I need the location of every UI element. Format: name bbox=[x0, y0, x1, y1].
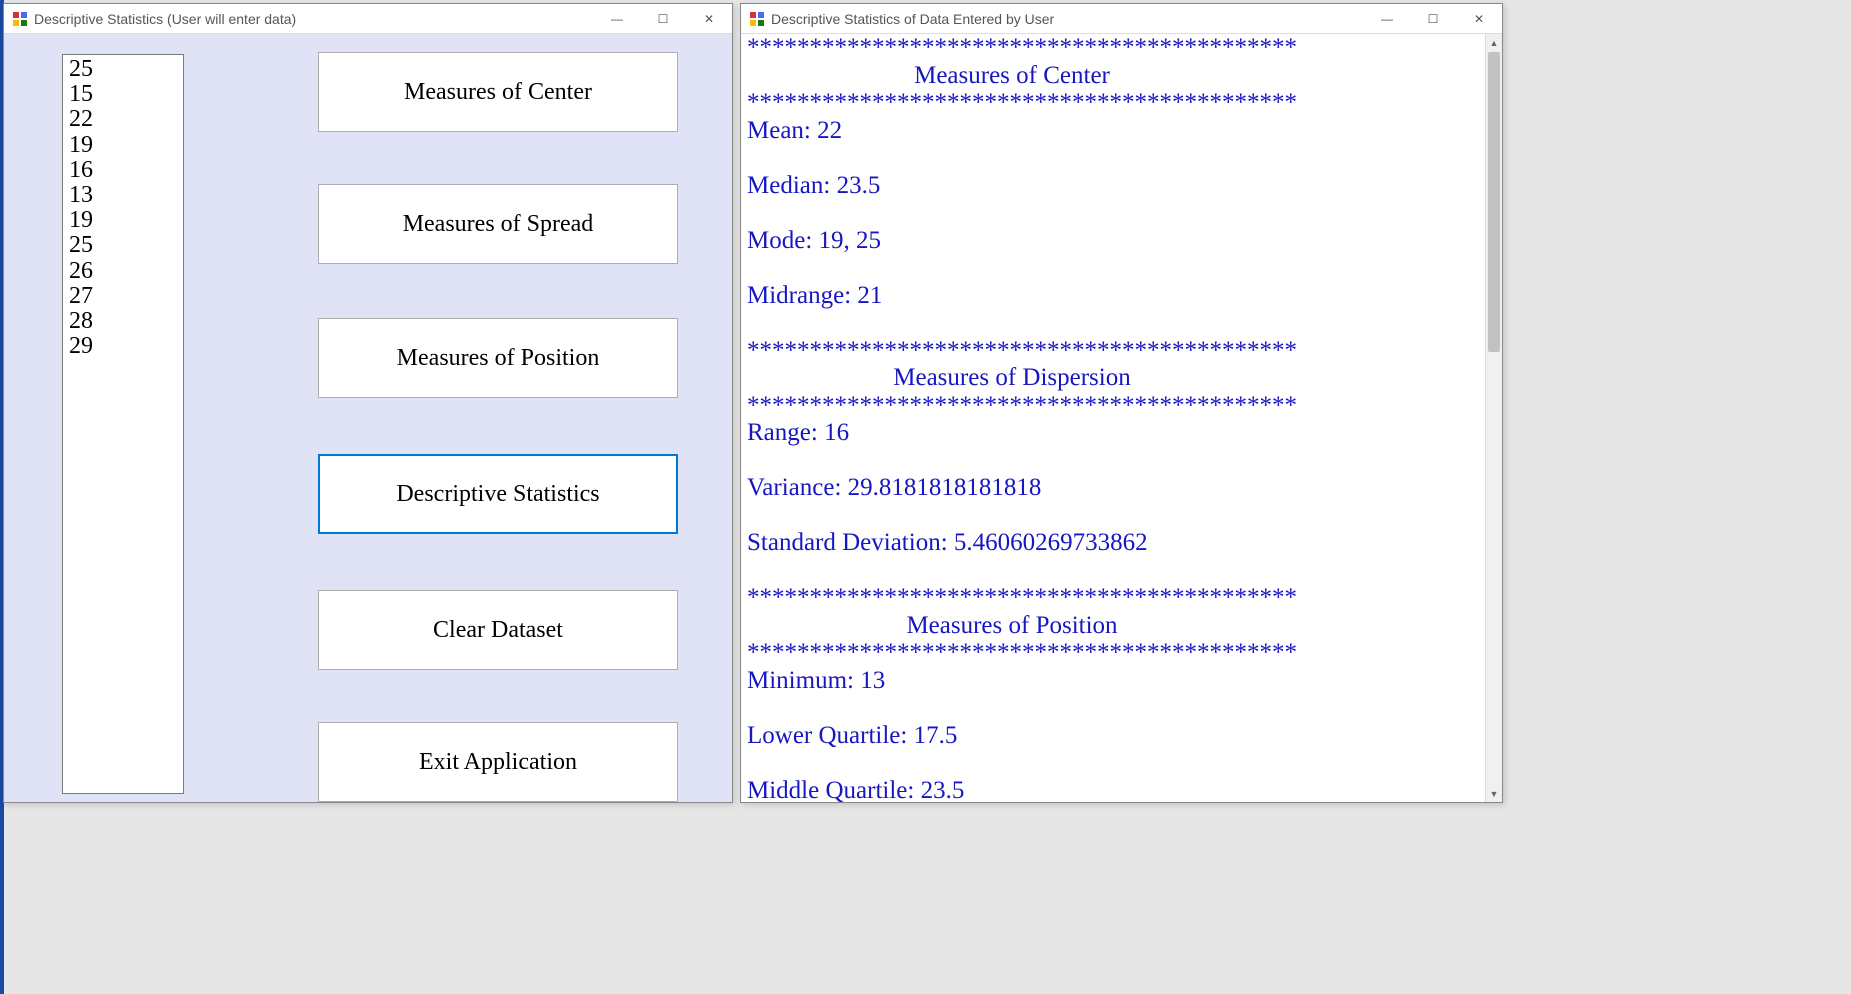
stat-median: Median: 23.5 bbox=[747, 172, 1481, 200]
minimize-button[interactable]: — bbox=[594, 4, 640, 33]
clear-dataset-button[interactable]: Clear Dataset bbox=[318, 590, 678, 670]
app-icon bbox=[749, 11, 765, 27]
window-title-right: Descriptive Statistics of Data Entered b… bbox=[771, 11, 1364, 27]
stat-lower-quartile: Lower Quartile: 17.5 bbox=[747, 722, 1481, 750]
stat-minimum: Minimum: 13 bbox=[747, 667, 1481, 695]
list-item[interactable]: 25 bbox=[69, 233, 177, 258]
button-label: Exit Application bbox=[419, 749, 577, 776]
list-item[interactable]: 15 bbox=[69, 82, 177, 107]
list-item[interactable]: 27 bbox=[69, 284, 177, 309]
output-window: Descriptive Statistics of Data Entered b… bbox=[740, 3, 1503, 803]
dataset-listbox[interactable]: 251522191613192526272829 bbox=[62, 54, 184, 794]
maximize-button[interactable]: ☐ bbox=[1410, 4, 1456, 33]
output-client-area: ****************************************… bbox=[741, 34, 1502, 802]
separator-line: ****************************************… bbox=[747, 584, 1481, 612]
button-label: Measures of Spread bbox=[403, 211, 594, 238]
separator-line: ****************************************… bbox=[747, 337, 1481, 365]
window-controls-right: — ☐ ✕ bbox=[1364, 4, 1502, 33]
stat-middle-quartile-partial: Middle Quartile: 23.5 bbox=[747, 777, 1481, 803]
button-label: Measures of Center bbox=[404, 79, 592, 106]
window-controls-left: — ☐ ✕ bbox=[594, 4, 732, 33]
measures-of-spread-button[interactable]: Measures of Spread bbox=[318, 184, 678, 264]
section-header: Measures of Center bbox=[747, 62, 1277, 90]
section-header: Measures of Position bbox=[747, 612, 1277, 640]
stat-mode: Mode: 19, 25 bbox=[747, 227, 1481, 255]
window-title-left: Descriptive Statistics (User will enter … bbox=[34, 11, 594, 27]
stat-variance: Variance: 29.8181818181818 bbox=[747, 474, 1481, 502]
list-item[interactable]: 29 bbox=[69, 334, 177, 359]
stat-midrange: Midrange: 21 bbox=[747, 282, 1481, 310]
scrollbar-up-arrow-icon[interactable]: ▲ bbox=[1486, 34, 1502, 51]
close-button[interactable]: ✕ bbox=[686, 4, 732, 33]
scrollbar-thumb[interactable] bbox=[1488, 52, 1500, 352]
list-item[interactable]: 16 bbox=[69, 158, 177, 183]
scrollbar-down-arrow-icon[interactable]: ▼ bbox=[1486, 785, 1502, 802]
list-item[interactable]: 19 bbox=[69, 208, 177, 233]
button-label: Descriptive Statistics bbox=[396, 481, 599, 508]
list-item[interactable]: 22 bbox=[69, 107, 177, 132]
measures-of-center-button[interactable]: Measures of Center bbox=[318, 52, 678, 132]
measures-of-position-button[interactable]: Measures of Position bbox=[318, 318, 678, 398]
separator-line: ****************************************… bbox=[747, 34, 1481, 62]
stat-mean: Mean: 22 bbox=[747, 117, 1481, 145]
input-client-area: 251522191613192526272829 Measures of Cen… bbox=[4, 34, 732, 802]
titlebar-left[interactable]: Descriptive Statistics (User will enter … bbox=[4, 4, 732, 34]
list-item[interactable]: 13 bbox=[69, 183, 177, 208]
descriptive-statistics-button[interactable]: Descriptive Statistics bbox=[318, 454, 678, 534]
maximize-button[interactable]: ☐ bbox=[640, 4, 686, 33]
separator-line: ****************************************… bbox=[747, 639, 1481, 667]
list-item[interactable]: 25 bbox=[69, 57, 177, 82]
exit-application-button[interactable]: Exit Application bbox=[318, 722, 678, 802]
button-label: Clear Dataset bbox=[433, 617, 563, 644]
close-button[interactable]: ✕ bbox=[1456, 4, 1502, 33]
minimize-button[interactable]: — bbox=[1364, 4, 1410, 33]
app-icon bbox=[12, 11, 28, 27]
stat-range: Range: 16 bbox=[747, 419, 1481, 447]
separator-line: ****************************************… bbox=[747, 89, 1481, 117]
desktop-background-sliver bbox=[733, 0, 740, 994]
list-item[interactable]: 28 bbox=[69, 309, 177, 334]
titlebar-right[interactable]: Descriptive Statistics of Data Entered b… bbox=[741, 4, 1502, 34]
input-window: Descriptive Statistics (User will enter … bbox=[3, 3, 733, 803]
list-item[interactable]: 26 bbox=[69, 259, 177, 284]
button-label: Measures of Position bbox=[397, 345, 600, 372]
separator-line: ****************************************… bbox=[747, 392, 1481, 420]
section-header: Measures of Dispersion bbox=[747, 364, 1277, 392]
stat-stddev: Standard Deviation: 5.46060269733862 bbox=[747, 529, 1481, 557]
output-textbox[interactable]: ****************************************… bbox=[741, 34, 1485, 802]
vertical-scrollbar[interactable]: ▲ ▼ bbox=[1485, 34, 1502, 802]
list-item[interactable]: 19 bbox=[69, 133, 177, 158]
